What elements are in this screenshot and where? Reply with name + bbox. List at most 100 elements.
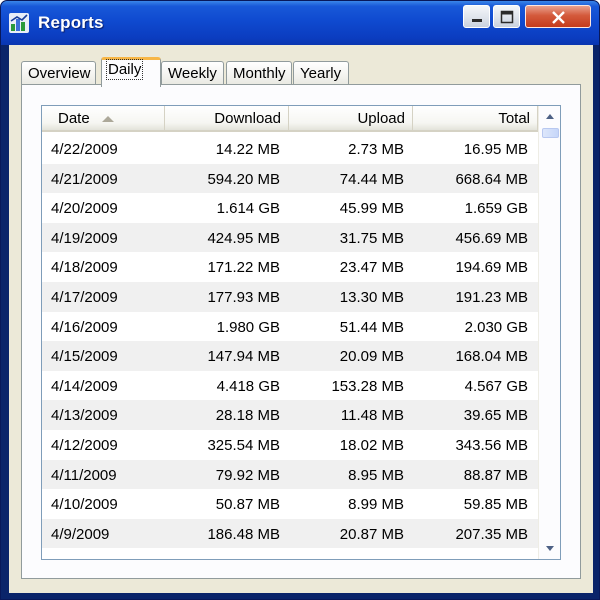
vertical-scrollbar[interactable] bbox=[538, 106, 560, 559]
cell-date: 4/16/2009 bbox=[51, 318, 118, 336]
column-header-download-label: Download bbox=[214, 110, 281, 127]
cell-total: 194.69 MB bbox=[455, 259, 528, 277]
cell-date: 4/12/2009 bbox=[51, 436, 118, 454]
table-row[interactable]: 4/14/2009 4.418 GB 153.28 MB 4.567 GB bbox=[42, 371, 538, 401]
cell-download: 594.20 MB bbox=[207, 170, 280, 188]
column-header-total-label: Total bbox=[498, 110, 530, 127]
sort-ascending-icon bbox=[102, 116, 114, 122]
column-header-date[interactable]: Date bbox=[42, 106, 165, 130]
cell-date: 4/22/2009 bbox=[51, 141, 118, 158]
tab-daily-label: Daily bbox=[105, 59, 144, 80]
scroll-down-arrow-icon[interactable] bbox=[541, 539, 559, 557]
cell-total: 39.65 MB bbox=[463, 407, 528, 425]
cell-upload: 153.28 MB bbox=[331, 377, 404, 395]
cell-date: 4/17/2009 bbox=[51, 288, 118, 306]
table-row[interactable]: 4/9/2009 186.48 MB 20.87 MB 207.35 MB bbox=[42, 518, 538, 549]
cell-total: 456.69 MB bbox=[455, 229, 528, 247]
cell-date: 4/18/2009 bbox=[51, 259, 118, 277]
cell-date: 4/21/2009 bbox=[51, 170, 118, 188]
table-row[interactable]: 4/12/2009 325.54 MB 18.02 MB 343.56 MB bbox=[42, 430, 538, 460]
column-header-upload-label: Upload bbox=[357, 110, 405, 127]
tab-overview[interactable]: Overview bbox=[21, 61, 96, 85]
cell-upload: 11.48 MB bbox=[340, 407, 404, 425]
cell-total: 191.23 MB bbox=[455, 288, 528, 306]
cell-date: 4/10/2009 bbox=[51, 496, 118, 514]
table-body: 4/22/2009 14.22 MB 2.73 MB 16.95 MB 4/21… bbox=[42, 134, 538, 549]
table-row[interactable]: 4/10/2009 50.87 MB 8.99 MB 59.85 MB bbox=[42, 489, 538, 519]
cell-date: 4/11/2009 bbox=[51, 466, 117, 484]
cell-upload: 13.30 MB bbox=[339, 288, 404, 306]
cell-total: 16.95 MB bbox=[463, 141, 528, 158]
cell-date: 4/13/2009 bbox=[51, 407, 118, 425]
cell-total: 88.87 MB bbox=[463, 466, 528, 484]
table-row[interactable]: 4/17/2009 177.93 MB 13.30 MB 191.23 MB bbox=[42, 281, 538, 312]
scroll-up-arrow-icon[interactable] bbox=[541, 108, 559, 126]
cell-download: 177.93 MB bbox=[207, 288, 280, 306]
tab-yearly-label: Yearly bbox=[300, 65, 342, 82]
cell-download: 1.980 GB bbox=[216, 318, 280, 336]
cell-upload: 8.95 MB bbox=[348, 466, 404, 484]
column-header-date-label: Date bbox=[58, 110, 90, 127]
dialog-body: Overview Daily Weekly Monthly Yearly Dat… bbox=[9, 45, 593, 593]
cell-download: 14.22 MB bbox=[215, 141, 280, 158]
close-button[interactable] bbox=[525, 5, 591, 28]
cell-upload: 45.99 MB bbox=[339, 200, 404, 218]
tab-weekly-label: Weekly bbox=[168, 65, 217, 82]
cell-upload: 51.44 MB bbox=[339, 318, 404, 336]
table-row[interactable]: 4/18/2009 171.22 MB 23.47 MB 194.69 MB bbox=[42, 252, 538, 282]
tab-weekly[interactable]: Weekly bbox=[161, 61, 224, 85]
cell-upload: 8.99 MB bbox=[348, 496, 404, 514]
maximize-icon bbox=[500, 10, 514, 24]
table-row[interactable]: 4/20/2009 1.614 GB 45.99 MB 1.659 GB bbox=[42, 193, 538, 223]
cell-download: 147.94 MB bbox=[207, 348, 280, 366]
close-icon bbox=[552, 11, 565, 24]
title-bar[interactable]: Reports bbox=[1, 1, 599, 45]
cell-upload: 20.87 MB bbox=[339, 525, 404, 543]
cell-download: 4.418 GB bbox=[216, 377, 280, 395]
cell-upload: 2.73 MB bbox=[348, 141, 404, 158]
cell-download: 50.87 MB bbox=[215, 496, 280, 514]
reports-window: Reports Overview Daily Weekly Monthly Ye… bbox=[0, 0, 600, 600]
table-row[interactable]: 4/11/2009 79.92 MB 8.95 MB 88.87 MB bbox=[42, 459, 538, 490]
maximize-button[interactable] bbox=[493, 5, 520, 28]
cell-total: 668.64 MB bbox=[455, 170, 528, 188]
tab-yearly[interactable]: Yearly bbox=[293, 61, 349, 85]
cell-download: 186.48 MB bbox=[207, 525, 280, 543]
cell-download: 171.22 MB bbox=[207, 259, 280, 277]
cell-total: 4.567 GB bbox=[464, 377, 528, 395]
cell-total: 1.659 GB bbox=[464, 200, 528, 218]
tab-daily[interactable]: Daily bbox=[101, 57, 161, 87]
cell-total: 207.35 MB bbox=[455, 525, 528, 543]
cell-download: 28.18 MB bbox=[215, 407, 280, 425]
cell-date: 4/20/2009 bbox=[51, 200, 118, 218]
tab-monthly[interactable]: Monthly bbox=[226, 61, 292, 85]
daily-report-list[interactable]: Date Download Upload Total 4/22/2009 14.… bbox=[41, 105, 561, 560]
reports-chart-icon bbox=[9, 13, 29, 33]
column-header-total[interactable]: Total bbox=[413, 106, 538, 130]
tab-strip: Overview Daily Weekly Monthly Yearly bbox=[21, 57, 561, 87]
table-row[interactable]: 4/13/2009 28.18 MB 11.48 MB 39.65 MB bbox=[42, 400, 538, 430]
cell-download: 1.614 GB bbox=[216, 200, 280, 218]
minimize-button[interactable] bbox=[463, 5, 490, 28]
table-row[interactable]: 4/22/2009 14.22 MB 2.73 MB 16.95 MB bbox=[42, 134, 538, 164]
cell-upload: 18.02 MB bbox=[339, 436, 404, 454]
cell-total: 59.85 MB bbox=[463, 496, 528, 514]
table-row[interactable]: 4/19/2009 424.95 MB 31.75 MB 456.69 MB bbox=[42, 222, 538, 253]
cell-download: 424.95 MB bbox=[207, 229, 280, 247]
column-header-download[interactable]: Download bbox=[165, 106, 289, 130]
cell-date: 4/15/2009 bbox=[51, 348, 118, 366]
column-header: Date Download Upload Total bbox=[42, 106, 538, 132]
cell-upload: 20.09 MB bbox=[339, 348, 404, 366]
minimize-icon bbox=[472, 19, 482, 22]
daily-tab-panel: Date Download Upload Total 4/22/2009 14.… bbox=[21, 84, 581, 579]
cell-total: 168.04 MB bbox=[455, 348, 528, 366]
cell-total: 2.030 GB bbox=[464, 318, 528, 336]
table-row[interactable]: 4/16/2009 1.980 GB 51.44 MB 2.030 GB bbox=[42, 312, 538, 342]
table-row[interactable]: 4/15/2009 147.94 MB 20.09 MB 168.04 MB bbox=[42, 341, 538, 371]
scrollbar-thumb[interactable] bbox=[542, 128, 559, 138]
column-header-upload[interactable]: Upload bbox=[289, 106, 413, 130]
tab-overview-label: Overview bbox=[28, 65, 91, 82]
cell-upload: 23.47 MB bbox=[339, 259, 404, 277]
cell-total: 343.56 MB bbox=[455, 436, 528, 454]
table-row[interactable]: 4/21/2009 594.20 MB 74.44 MB 668.64 MB bbox=[42, 163, 538, 194]
